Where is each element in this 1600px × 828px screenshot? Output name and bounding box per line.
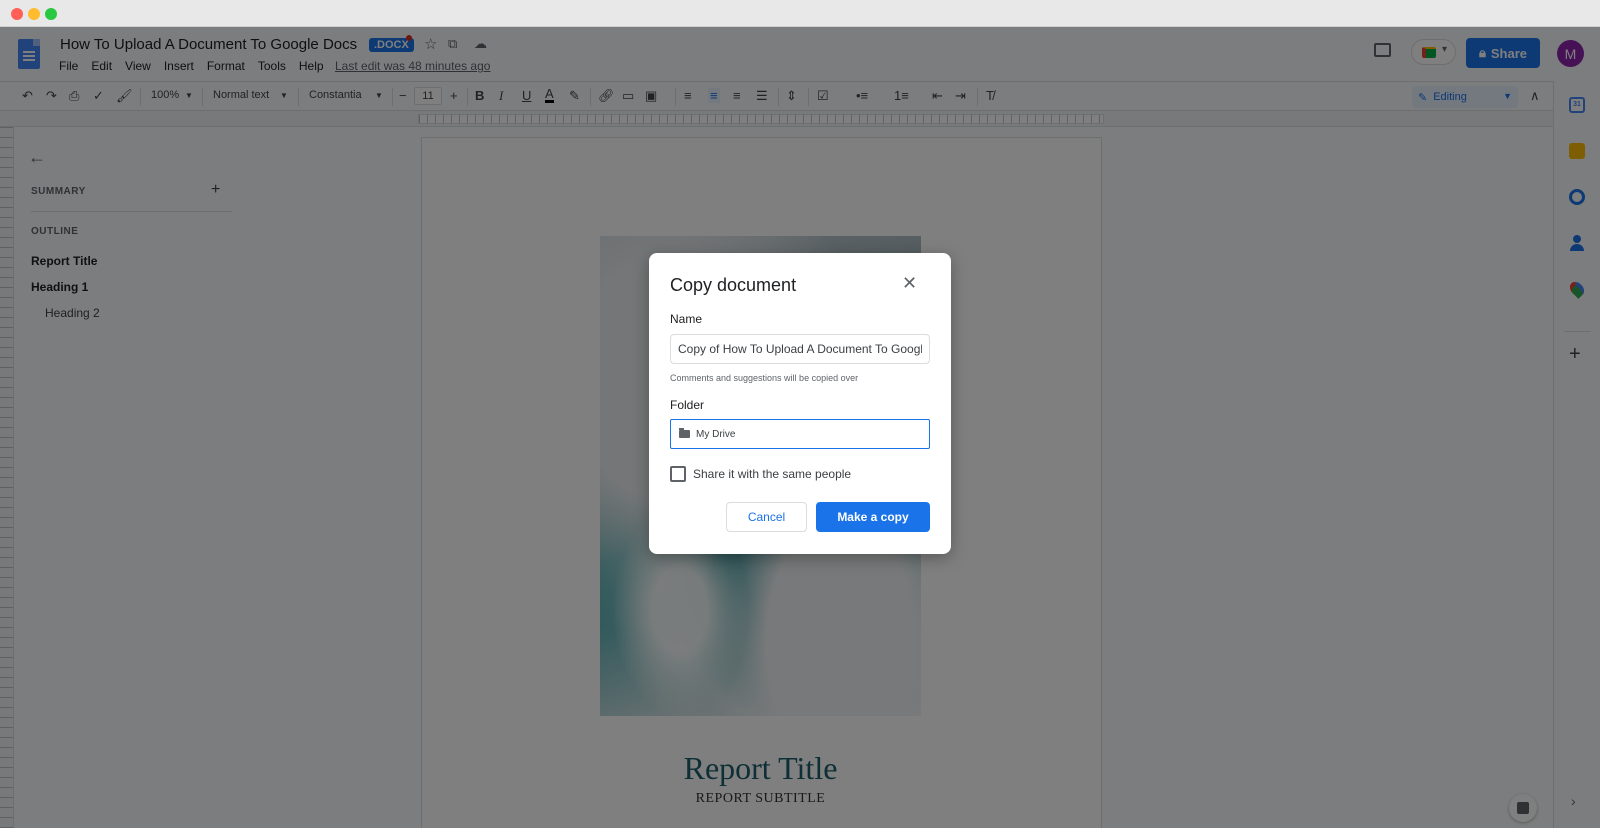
name-label: Name: [670, 312, 703, 326]
copy-note: Comments and suggestions will be copied …: [670, 373, 859, 383]
cancel-button[interactable]: Cancel: [726, 502, 807, 532]
minimize-window-button[interactable]: [28, 8, 40, 20]
close-icon[interactable]: ✕: [902, 273, 917, 294]
folder-label: Folder: [670, 398, 705, 412]
maximize-window-button[interactable]: [45, 8, 57, 20]
close-window-button[interactable]: [11, 8, 23, 20]
share-checkbox-label[interactable]: Share it with the same people: [693, 467, 851, 481]
name-input[interactable]: [670, 334, 930, 364]
copy-document-dialog: Copy document ✕ Name Comments and sugges…: [649, 253, 951, 554]
folder-picker[interactable]: My Drive: [670, 419, 930, 449]
make-a-copy-button[interactable]: Make a copy: [816, 502, 930, 532]
window-titlebar: [0, 0, 1600, 27]
dialog-title: Copy document: [670, 275, 797, 295]
folder-value: My Drive: [696, 428, 736, 440]
folder-icon: [679, 428, 690, 438]
share-checkbox[interactable]: [670, 466, 686, 482]
